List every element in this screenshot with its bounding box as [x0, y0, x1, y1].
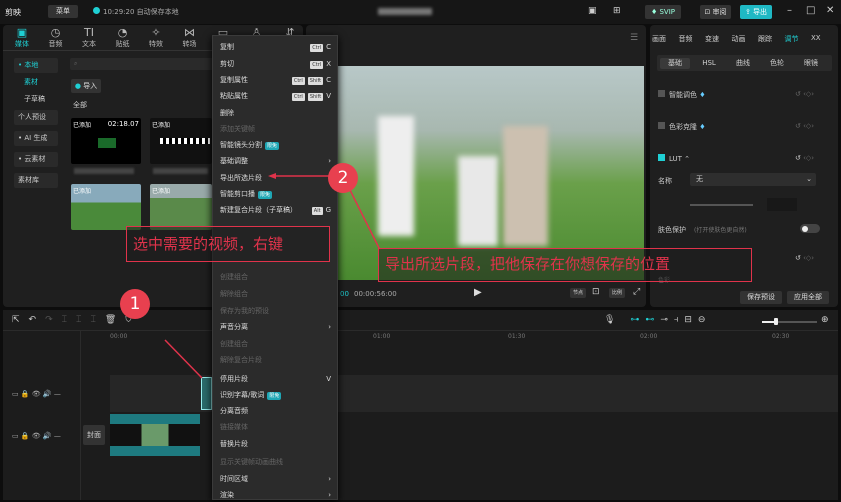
annotation-text-1: 选中需要的视频，右键: [126, 226, 330, 262]
arrow-3: [349, 189, 381, 251]
step-2-marker: 2: [328, 163, 358, 193]
step-1-marker: 1: [120, 289, 150, 319]
annotation-text-2: 导出所选片段，把他保存在你想保存的位置: [378, 248, 752, 282]
arrow-1: [164, 339, 203, 379]
arrow-head: [268, 173, 276, 179]
